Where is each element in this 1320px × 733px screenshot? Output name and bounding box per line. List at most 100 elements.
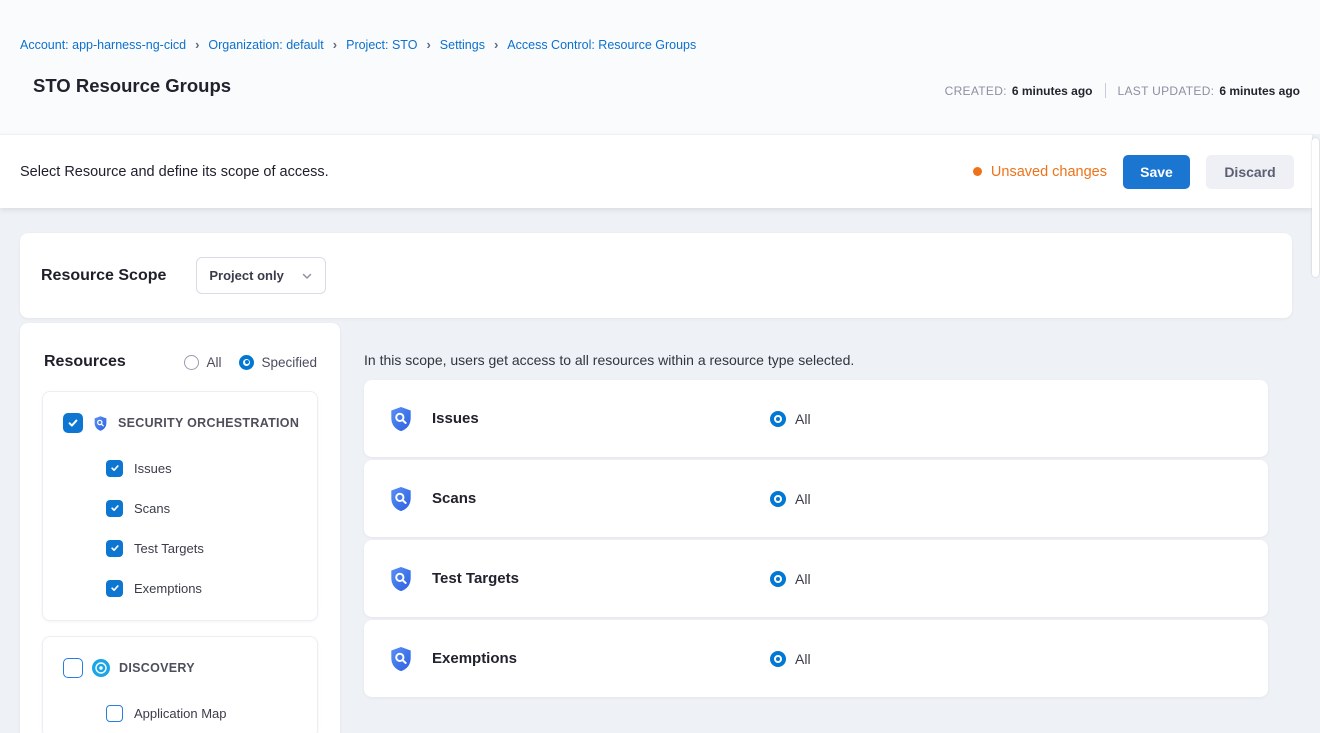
group-checkbox-discovery[interactable] [63,658,83,678]
group-label: SECURITY ORCHESTRATION [118,416,299,430]
checkbox-exemptions[interactable] [106,580,123,597]
meta-divider [1105,83,1106,98]
breadcrumb-project[interactable]: Project: STO [346,38,417,52]
vertical-scrollbar-thumb[interactable] [1312,138,1319,277]
radio-selected-icon[interactable] [770,651,786,667]
checkbox-application-map[interactable] [106,705,123,722]
chevron-right-icon: › [426,37,430,52]
breadcrumb: Account: app-harness-ng-cicd › Organizat… [20,37,696,52]
unsaved-changes-label: Unsaved changes [991,164,1107,180]
group-header: SECURITY ORCHESTRATION [43,406,317,440]
unsaved-dot-icon [973,167,982,176]
radio-all[interactable]: All [184,355,221,370]
checkbox-scans[interactable] [106,500,123,517]
group-items: Issues Scans Test Targets Exemptions [43,448,317,608]
check-icon [110,503,120,513]
resources-panel: Resources All Specified [20,323,340,733]
resource-item-issues: Issues [43,448,317,488]
shield-search-icon [387,405,415,433]
resource-card-title: Exemptions [432,650,517,667]
breadcrumb-access-control[interactable]: Access Control: Resource Groups [507,38,696,52]
resource-scope-selected-value: Project only [209,268,283,283]
last-updated-label: LAST UPDATED: [1118,84,1215,98]
created-label: CREATED: [945,84,1007,98]
radar-icon [92,659,110,677]
radio-all-issues[interactable]: All [770,411,811,427]
resource-card-title: Test Targets [432,570,519,587]
chevron-right-icon: › [494,37,498,52]
item-label: Scans [134,501,170,516]
check-icon [110,583,120,593]
radio-option-label: All [795,651,811,667]
created-value: 6 minutes ago [1012,84,1093,98]
resource-item-scans: Scans [43,488,317,528]
page: Account: app-harness-ng-cicd › Organizat… [0,0,1320,733]
chevron-down-icon [301,270,313,282]
resources-title: Resources [44,353,126,371]
unsaved-changes-status: Unsaved changes [973,164,1107,180]
resource-scope-select[interactable]: Project only [196,257,326,294]
discard-button[interactable]: Discard [1206,155,1294,189]
item-label: Exemptions [134,581,202,596]
resource-card-title: Issues [432,410,479,427]
breadcrumb-account[interactable]: Account: app-harness-ng-cicd [20,38,186,52]
checkbox-issues[interactable] [106,460,123,477]
scope-info-text: In this scope, users get access to all r… [364,352,1268,368]
radio-specified-label: Specified [261,355,317,370]
item-label: Test Targets [134,541,204,556]
check-icon [110,463,120,473]
radio-option-label: All [795,491,811,507]
checkbox-test-targets[interactable] [106,540,123,557]
breadcrumb-organization[interactable]: Organization: default [208,38,323,52]
resource-item-application-map: Application Map [43,693,317,733]
resource-access-main: In this scope, users get access to all r… [364,323,1268,700]
radio-all-scans[interactable]: All [770,491,811,507]
resource-scope-title: Resource Scope [41,267,166,285]
radio-all-exemptions[interactable]: All [770,651,811,667]
toolbar: Select Resource and define its scope of … [0,134,1312,208]
breadcrumb-settings[interactable]: Settings [440,38,485,52]
shield-search-icon [387,485,415,513]
toolbar-actions: Unsaved changes Save Discard [973,155,1294,189]
item-label: Issues [134,461,172,476]
radio-option-label: All [795,411,811,427]
group-checkbox-security-orchestration[interactable] [63,413,83,433]
resource-card-title: Scans [432,490,476,507]
resource-item-test-targets: Test Targets [43,528,317,568]
resource-card-test-targets: Test Targets All [364,540,1268,617]
resource-card-exemptions: Exemptions All [364,620,1268,697]
chevron-right-icon: › [195,37,199,52]
radio-all-label: All [206,355,221,370]
resource-item-exemptions: Exemptions [43,568,317,608]
shield-search-icon [92,415,109,432]
group-header: DISCOVERY [43,651,317,685]
radio-all-icon[interactable] [184,355,199,370]
radio-specified[interactable]: Specified [239,355,317,370]
toolbar-description: Select Resource and define its scope of … [20,164,329,180]
check-icon [110,543,120,553]
page-title: STO Resource Groups [33,75,231,97]
radio-selected-icon[interactable] [770,411,786,427]
chevron-right-icon: › [333,37,337,52]
page-header: Account: app-harness-ng-cicd › Organizat… [0,0,1320,134]
resource-card-scans: Scans All [364,460,1268,537]
radio-all-test-targets[interactable]: All [770,571,811,587]
save-button[interactable]: Save [1123,155,1190,189]
resource-group-discovery: DISCOVERY Application Map [42,636,318,733]
radio-option-label: All [795,571,811,587]
check-icon [67,417,79,429]
group-label: DISCOVERY [119,661,195,675]
last-updated-value: 6 minutes ago [1219,84,1300,98]
item-label: Application Map [134,706,227,721]
radio-selected-icon[interactable] [770,491,786,507]
resource-scope-card: Resource Scope Project only [20,233,1292,318]
resources-filter-radios: All Specified [184,355,317,370]
radio-selected-icon[interactable] [770,571,786,587]
header-meta: CREATED: 6 minutes ago LAST UPDATED: 6 m… [945,83,1300,98]
radio-specified-icon[interactable] [239,355,254,370]
resource-card-issues: Issues All [364,380,1268,457]
shield-search-icon [387,565,415,593]
shield-search-icon [387,645,415,673]
resource-group-security-orchestration: SECURITY ORCHESTRATION Issues Scans Test… [42,391,318,621]
group-items: Application Map [43,693,317,733]
